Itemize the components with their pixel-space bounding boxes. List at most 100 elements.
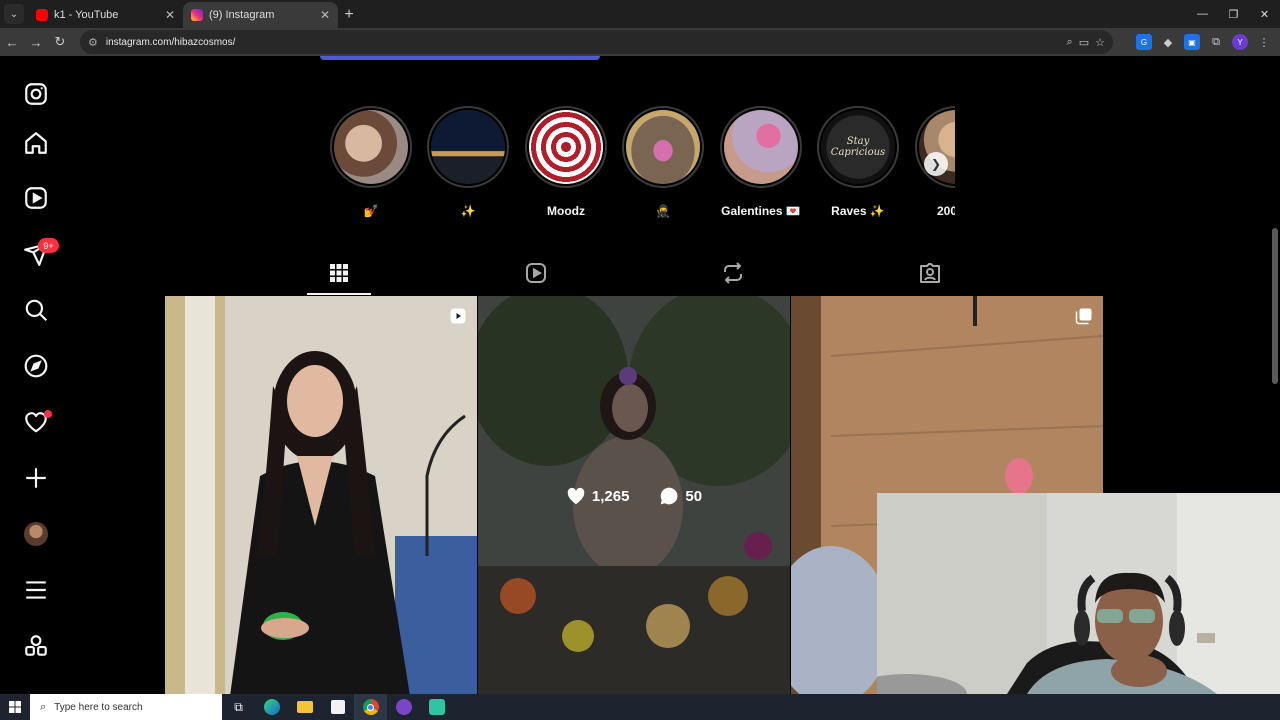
store-icon[interactable]: [321, 694, 354, 720]
comment-icon: [661, 487, 678, 505]
edge-icon[interactable]: [255, 694, 288, 720]
youtube-icon: [36, 9, 48, 21]
windows-logo-icon: [9, 701, 21, 713]
highlight-thumbnail: Stay Capricious: [821, 110, 895, 184]
highlights-next-button[interactable]: ❯: [924, 152, 948, 176]
likes-count: 1,265: [591, 487, 630, 505]
highlight-label: Galentines 💌: [721, 204, 801, 218]
highlight-thumbnail: [529, 110, 603, 184]
restore-icon[interactable]: ❐: [1218, 0, 1249, 28]
grid-icon: [330, 264, 348, 282]
highlight-label: 💅: [363, 204, 379, 218]
window-controls: — ❐ ✕: [1187, 0, 1280, 28]
follow-button-edge[interactable]: [320, 56, 600, 60]
zoom-icon[interactable]: ⌕: [1067, 36, 1073, 49]
threads-icon[interactable]: [22, 632, 50, 660]
highlight-item[interactable]: 🥷: [622, 106, 704, 218]
extensions-area: G ◆ ▣ ⧉ Y ⋮: [1136, 30, 1272, 54]
highlight-label: Moodz: [547, 204, 585, 218]
extension-square-icon[interactable]: ▣: [1184, 34, 1200, 50]
highlight-item[interactable]: ✨: [427, 106, 509, 218]
tab-youtube[interactable]: k1 - YouTube ✕: [28, 2, 183, 28]
taskbar-search-box[interactable]: ⌕ Type here to search: [30, 694, 222, 720]
scrollbar-thumb[interactable]: [1272, 228, 1278, 384]
highlight-thumbnail: [724, 110, 798, 184]
webcam-feed: [877, 493, 1280, 694]
search-icon[interactable]: [22, 296, 50, 324]
kebab-menu-icon[interactable]: ⋮: [1256, 34, 1272, 50]
comments-stat: 50: [659, 486, 702, 506]
heart-icon: [567, 487, 585, 505]
highlight-thumbnail: [334, 110, 408, 184]
instagram-logo-icon[interactable]: [22, 80, 50, 108]
webcam-overlay: [877, 493, 1280, 694]
app-icon[interactable]: [420, 694, 453, 720]
story-highlights: 💅 ✨ Moodz 🥷 Galentines 💌 Stay Capricious…: [330, 106, 955, 226]
tab-posts[interactable]: [307, 251, 371, 295]
tab-instagram[interactable]: (9) Instagram ✕: [183, 2, 338, 28]
back-button[interactable]: ←: [0, 30, 24, 54]
highlight-item[interactable]: Stay Capricious Raves ✨: [817, 106, 899, 218]
translate-extension-icon[interactable]: G: [1136, 34, 1152, 50]
highlight-thumbnail: [431, 110, 505, 184]
install-icon[interactable]: ▭: [1079, 36, 1089, 49]
post-tile-hovered[interactable]: 1,265 50: [478, 296, 790, 694]
chrome-icon[interactable]: [354, 694, 387, 720]
start-button[interactable]: [0, 694, 30, 720]
omnibox-actions: ⌕ ▭ ☆: [1067, 30, 1105, 54]
instagram-icon: [191, 9, 203, 21]
highlight-item[interactable]: Galentines 💌: [720, 106, 802, 218]
comments-count: 50: [685, 487, 703, 505]
messages-badge: 9+: [38, 238, 59, 253]
close-icon[interactable]: ✕: [320, 8, 330, 22]
minimize-icon[interactable]: —: [1187, 0, 1218, 28]
profile-avatar-icon[interactable]: Y: [1232, 34, 1248, 50]
reels-icon[interactable]: [22, 184, 50, 212]
file-explorer-icon[interactable]: [288, 694, 321, 720]
forward-button[interactable]: →: [24, 30, 48, 54]
url-text: instagram.com/hibazcosmos/: [105, 36, 236, 48]
post-hover-overlay: 1,265 50: [478, 296, 790, 694]
tab-reels[interactable]: [504, 251, 568, 295]
reels-icon: [526, 263, 546, 283]
profile-avatar[interactable]: [22, 520, 50, 548]
site-info-icon[interactable]: ⚙: [88, 36, 98, 49]
close-window-icon[interactable]: ✕: [1249, 0, 1280, 28]
bookmark-star-icon[interactable]: ☆: [1095, 36, 1105, 49]
tab-label: k1 - YouTube: [54, 9, 119, 21]
browser-toolbar: ← → ↻ ⚙ instagram.com/hibazcosmos/ ⌕ ▭ ☆…: [0, 28, 1280, 56]
address-bar[interactable]: ⚙ instagram.com/hibazcosmos/ ⌕ ▭ ☆: [80, 30, 1113, 54]
close-icon[interactable]: ✕: [165, 8, 175, 22]
tab-search-button[interactable]: ⌄: [4, 4, 24, 24]
highlight-item[interactable]: Moodz: [525, 106, 607, 218]
extension-diamond-icon[interactable]: ◆: [1160, 34, 1176, 50]
puzzle-icon[interactable]: ⧉: [1208, 34, 1224, 50]
carousel-indicator-icon: [1075, 308, 1092, 325]
search-icon: ⌕: [40, 700, 47, 713]
browser-tabbar: ⌄ k1 - YouTube ✕ (9) Instagram ✕ + — ❐ ✕: [0, 0, 1280, 28]
new-tab-button[interactable]: +: [338, 2, 360, 28]
reel-indicator-icon: [450, 308, 466, 324]
home-icon[interactable]: [22, 129, 50, 157]
instagram-sidebar: 9+: [0, 56, 72, 694]
likes-stat: 1,265: [566, 487, 630, 505]
post-tile[interactable]: [165, 296, 477, 694]
post-image: [165, 296, 477, 694]
tab-label: (9) Instagram: [209, 9, 275, 21]
taskbar-search-placeholder: Type here to search: [54, 701, 143, 713]
highlight-label: 200: [937, 204, 955, 218]
tagged-icon: [920, 263, 940, 283]
task-view-icon[interactable]: ⧉: [222, 694, 255, 720]
tab-reposts[interactable]: [701, 251, 765, 295]
profile-tabs: [165, 251, 1105, 296]
avatar: [24, 522, 48, 546]
reload-button[interactable]: ↻: [48, 30, 72, 54]
highlight-item[interactable]: 💅: [330, 106, 412, 218]
windows-taskbar: ⌕ Type here to search ⧉: [0, 694, 1280, 720]
create-icon[interactable]: [22, 464, 50, 492]
more-menu-icon[interactable]: [22, 576, 50, 604]
explore-icon[interactable]: [22, 352, 50, 380]
tab-tagged[interactable]: [898, 251, 962, 295]
obs-icon[interactable]: [387, 694, 420, 720]
highlight-label: Raves ✨: [831, 204, 885, 218]
